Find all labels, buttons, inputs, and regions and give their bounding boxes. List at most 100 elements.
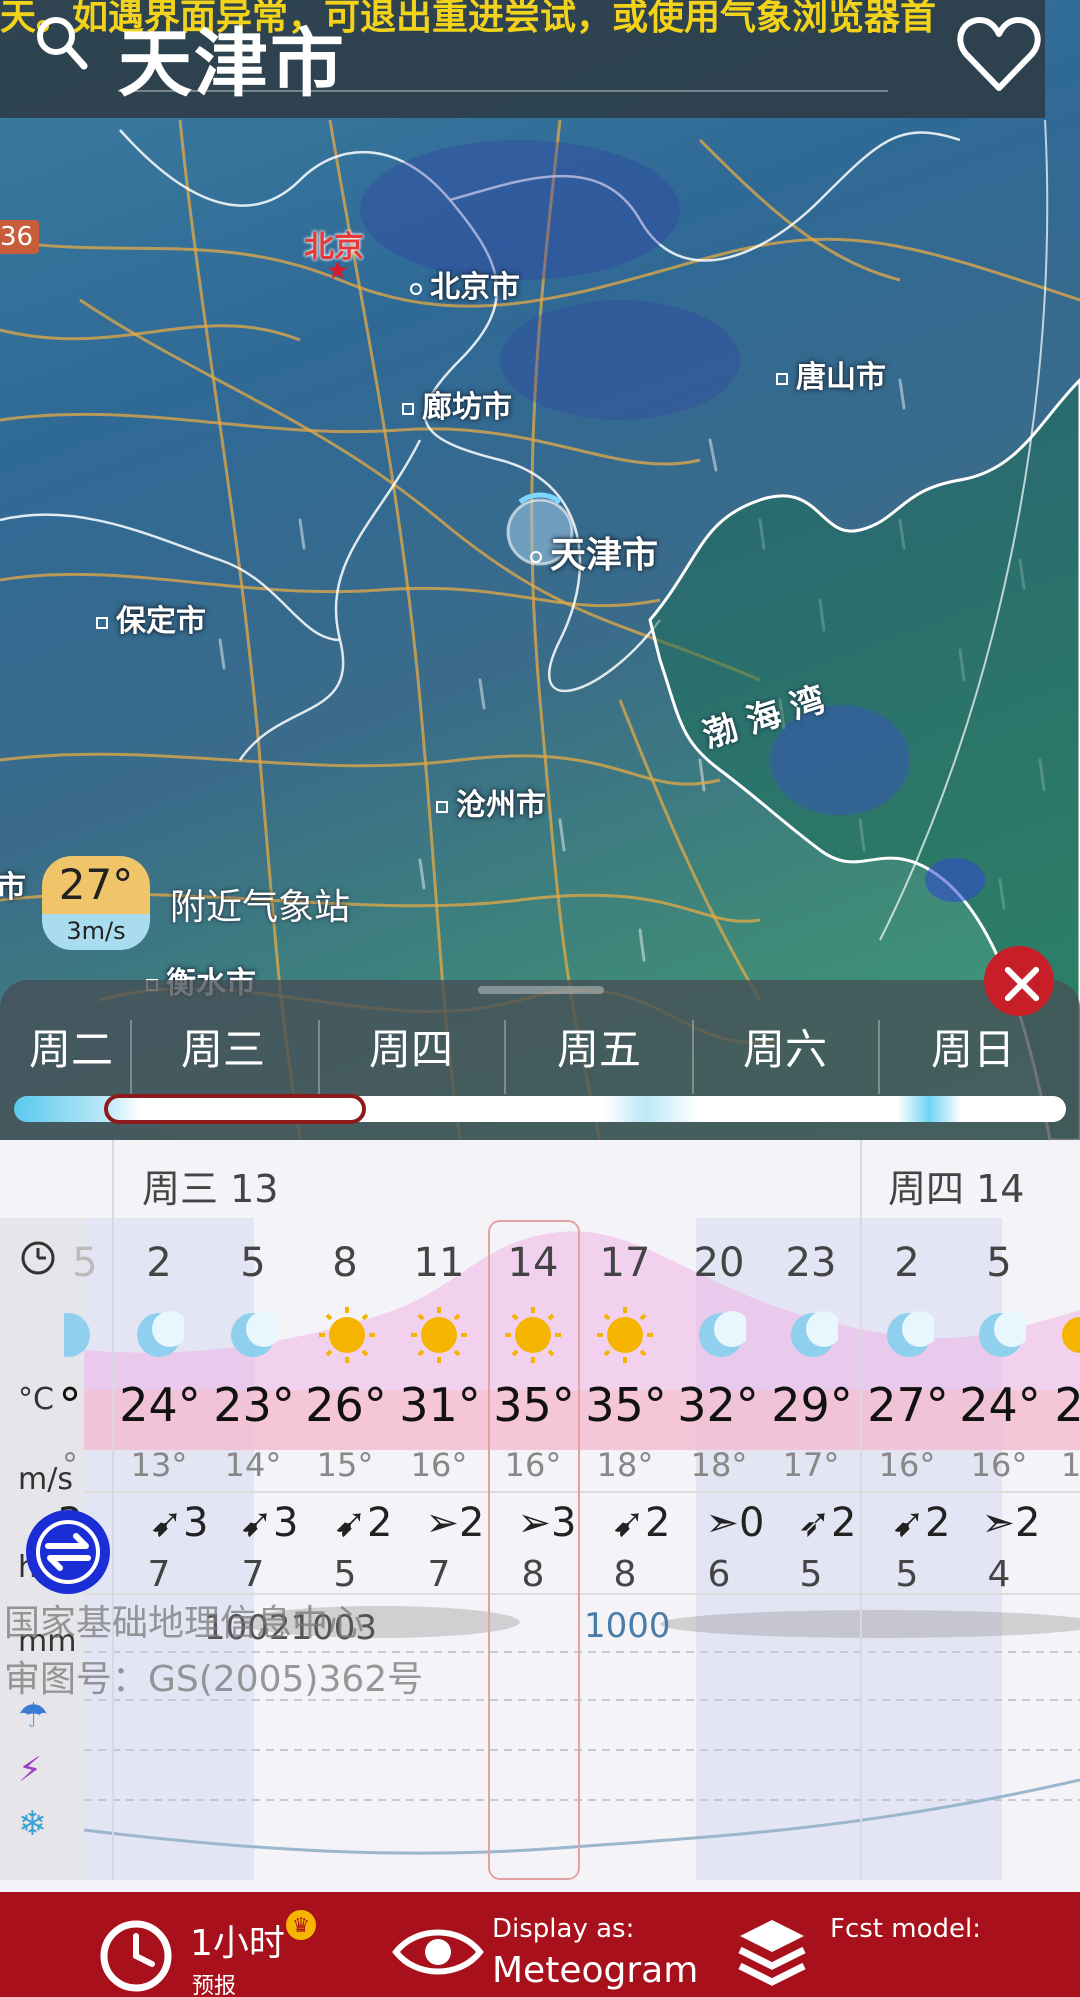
temperature: 35°	[585, 1378, 667, 1432]
capital-star-icon: ★	[326, 256, 350, 286]
map-credit: 国家基础地理信息中心	[4, 1603, 365, 1644]
dewpoint: 18°	[596, 1446, 654, 1484]
station-temperature: 27°	[42, 856, 150, 914]
favorite-heart-icon[interactable]	[956, 14, 1042, 94]
hour-label[interactable]: 17	[580, 1240, 670, 1286]
dewpoint: 14°	[224, 1446, 282, 1484]
clock-icon[interactable]	[96, 1914, 176, 1994]
tab-day-wed[interactable]: 周三	[168, 1020, 278, 1080]
tab-day-sat[interactable]: 周六	[730, 1020, 840, 1080]
wind-speed: ➹3	[222, 1500, 316, 1546]
wind-arrow-icon: ➹	[149, 1500, 184, 1546]
station-wind: 3m/s	[42, 914, 150, 950]
moon-icon	[137, 1311, 184, 1357]
dewpoint: 16°	[878, 1446, 936, 1484]
nearby-station-label[interactable]: 附近气象站	[170, 878, 350, 930]
search-bar[interactable]: 天。如遇界面异常，可退出重进尝试，或使用气象浏览器首 天津市	[0, 0, 1045, 118]
hour-label[interactable]: 2	[862, 1240, 952, 1286]
moon-icon	[231, 1311, 278, 1357]
day-divider	[318, 1020, 320, 1094]
hour-label[interactable]: 11	[394, 1240, 484, 1286]
hour-label[interactable]: 5	[208, 1240, 298, 1286]
map-label-baoding[interactable]: 保定市	[96, 596, 206, 640]
sun-icon	[319, 1307, 375, 1363]
hour-label[interactable]: 8	[300, 1240, 390, 1286]
swap-view-button[interactable]	[26, 1510, 110, 1594]
eye-icon[interactable]	[392, 1922, 484, 1982]
temperature: 24°	[119, 1378, 201, 1432]
weather-map[interactable]: 天。如遇界面异常，可退出重进尝试，或使用气象浏览器首 天津市 北京 ★ 北京市 …	[0, 0, 1080, 1140]
hour-label[interactable]: 20	[674, 1240, 764, 1286]
tab-day-fri[interactable]: 周五	[544, 1020, 654, 1080]
map-label-tangshan[interactable]: 唐山市	[776, 352, 886, 396]
wind-arrow-icon: ➶	[797, 1500, 832, 1546]
display-as-value[interactable]: Meteogram	[492, 1950, 698, 1991]
rain-icon: ☂	[18, 1696, 49, 1736]
wind-gust: 6	[707, 1554, 731, 1595]
day-divider	[692, 1020, 694, 1094]
wind-speed: ➹3	[132, 1500, 226, 1546]
dewpoint: 15°	[316, 1446, 374, 1484]
temperature: 31°	[399, 1378, 481, 1432]
temperature: °	[58, 1378, 82, 1432]
wind-speed-value: 3	[183, 1500, 209, 1546]
temperature: 2	[1054, 1378, 1080, 1432]
wind-gust: 5	[799, 1554, 823, 1595]
wind-speed-value: 2	[1015, 1500, 1041, 1546]
moon-icon	[699, 1311, 746, 1357]
tab-day-sun[interactable]: 周日	[918, 1020, 1028, 1080]
day-selector-panel: 周二 周三 周四 周五 周六 周日	[0, 980, 1080, 1140]
wind-speed-value: 2	[367, 1500, 393, 1546]
nearby-station-badge[interactable]: 27° 3m/s	[42, 856, 150, 950]
search-icon[interactable]	[34, 14, 90, 74]
map-label-tianjin[interactable]: 天津市	[530, 526, 658, 578]
dewpoint: °	[62, 1446, 78, 1484]
dewpoint: 16°	[410, 1446, 468, 1484]
wind-gust: 5	[895, 1554, 919, 1595]
wind-gust: 5	[333, 1554, 357, 1595]
wind-speed-value: 3	[273, 1500, 299, 1546]
dewpoint: 18°	[690, 1446, 748, 1484]
wind-gust: 7	[241, 1554, 265, 1595]
temperature: 35°	[493, 1378, 575, 1432]
wind-gust: 8	[521, 1554, 545, 1595]
moon-icon	[64, 1313, 90, 1357]
wind-arrow-icon: ➹	[891, 1500, 926, 1546]
dewpoint: 16°	[970, 1446, 1028, 1484]
day-header-wed: 周三 13	[142, 1167, 279, 1211]
meteogram[interactable]: °C m/s hPa mm ☂ ⚡ ❄ 周三 13 周四 14 5 2 5 8 …	[0, 1140, 1080, 1892]
hour-label[interactable]: 5	[954, 1240, 1044, 1286]
sun-icon	[505, 1307, 561, 1363]
wind-speed-value: 2	[459, 1500, 485, 1546]
temperature: 27°	[867, 1378, 949, 1432]
wind-speed: ➶2	[780, 1500, 874, 1546]
close-button[interactable]	[984, 946, 1054, 1016]
swap-arrows-icon	[36, 1520, 100, 1584]
forecast-model-label: Fcst model:	[830, 1914, 981, 1944]
wind-speed-value: 3	[551, 1500, 577, 1546]
dewpoint: 16°	[504, 1446, 562, 1484]
wind-arrow-icon: ➣	[981, 1500, 1016, 1546]
tab-day-tue[interactable]: 周二	[16, 1020, 126, 1080]
wind-speed-value: 2	[925, 1500, 951, 1546]
layers-icon[interactable]	[736, 1914, 808, 1994]
map-label-langfang[interactable]: 廊坊市	[402, 382, 512, 426]
forecast-interval-value[interactable]: 1小时	[190, 1914, 285, 1966]
timeline-range-selector[interactable]	[104, 1094, 366, 1124]
map-label-cangzhou[interactable]: 沧州市	[436, 780, 546, 824]
hour-label[interactable]: 23	[766, 1240, 856, 1286]
city-title[interactable]: 天津市	[118, 4, 346, 111]
drag-handle[interactable]	[478, 986, 604, 994]
tab-day-thu[interactable]: 周四	[356, 1020, 466, 1080]
wind-speed: ➹2	[874, 1500, 968, 1546]
hour-label[interactable]: 14	[488, 1240, 578, 1286]
hour-label[interactable]: 2	[114, 1240, 204, 1286]
map-label-beijing[interactable]: 北京市	[410, 262, 520, 306]
pressure-value: 1000	[584, 1606, 671, 1646]
dewpoint: 1	[1060, 1446, 1080, 1484]
thunder-icon: ⚡	[18, 1750, 42, 1790]
moon-icon	[887, 1311, 934, 1357]
moon-icon	[791, 1311, 838, 1357]
wind-speed-value: 2	[831, 1500, 857, 1546]
map-approval-number: 审图号：GS(2005)362号	[4, 1659, 424, 1700]
